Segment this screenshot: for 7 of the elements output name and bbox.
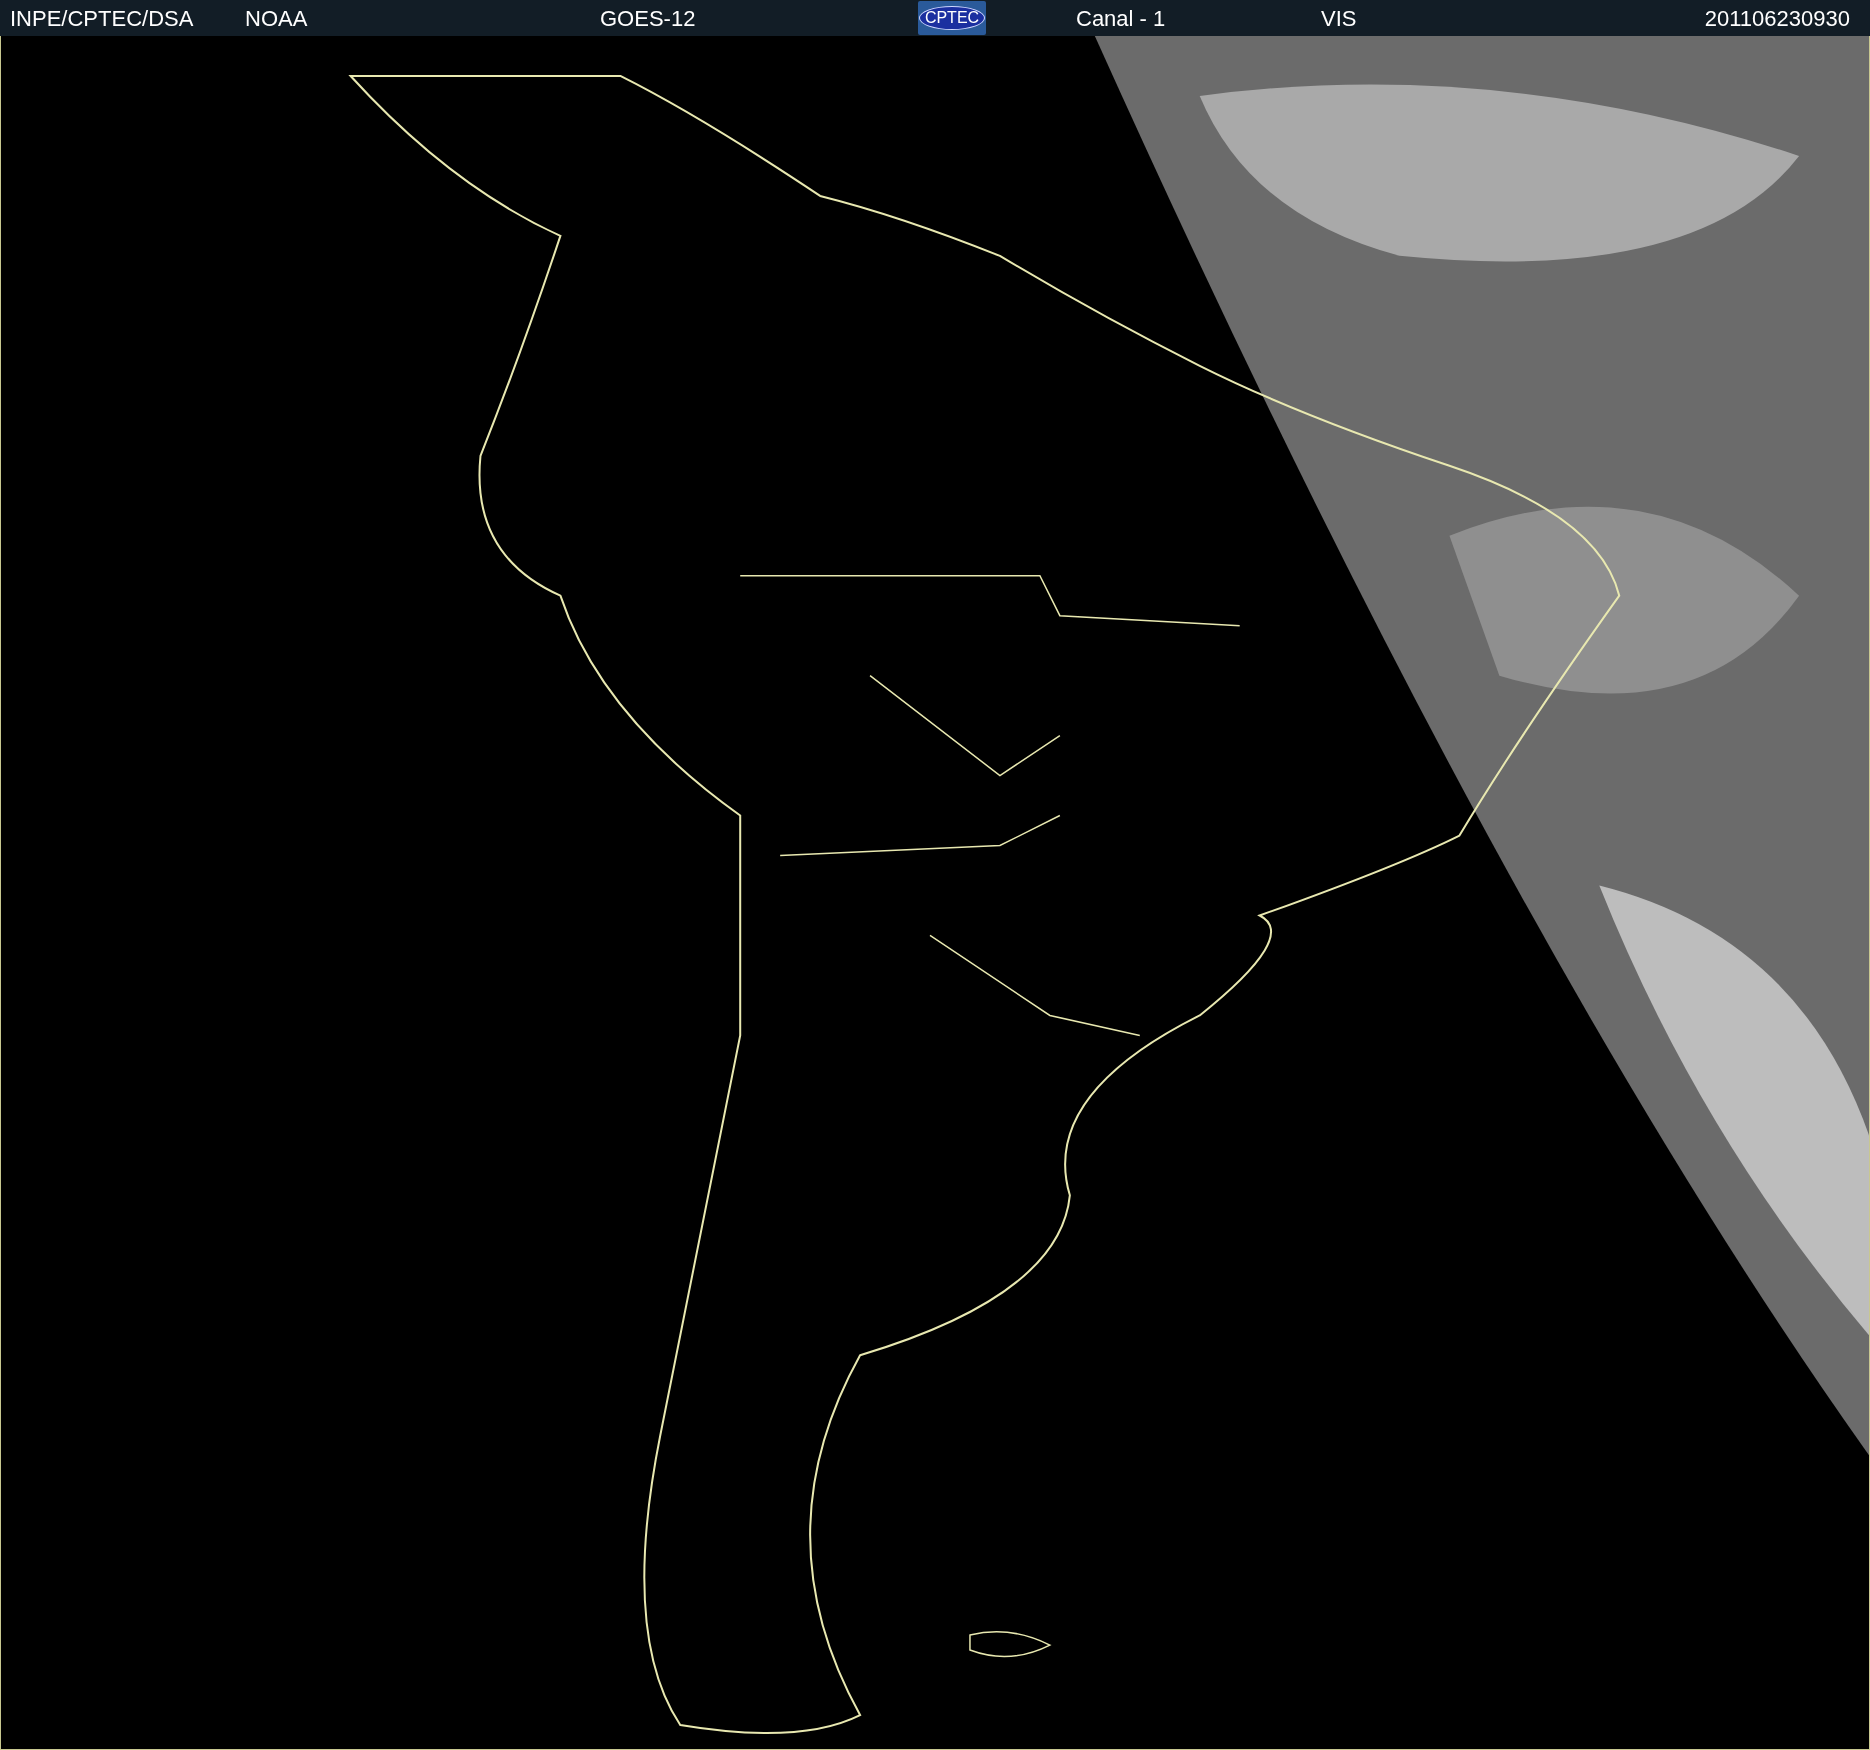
logo: CPTEC bbox=[918, 6, 986, 30]
header-label: 201106230930 bbox=[1704, 4, 1850, 33]
header-label: NOAA bbox=[245, 4, 309, 33]
header-label: VIS bbox=[1321, 4, 1358, 33]
header-label: GOES-12 bbox=[600, 4, 697, 33]
header-label: Canal - 1 bbox=[1076, 4, 1167, 33]
header-label: INPE/CPTEC/DSA bbox=[10, 4, 195, 33]
